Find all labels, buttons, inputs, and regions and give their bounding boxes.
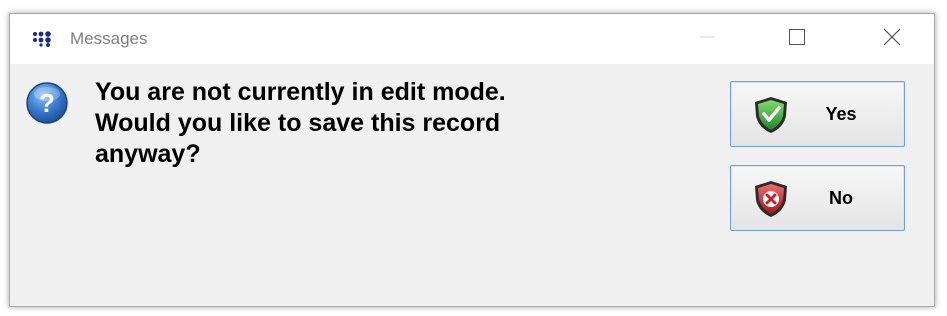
minimize-icon	[699, 29, 715, 50]
no-button[interactable]: No	[730, 165, 905, 231]
window-title: Messages	[70, 29, 148, 48]
svg-text:?: ?	[39, 88, 55, 118]
close-icon	[883, 28, 901, 51]
yes-button-label: Yes	[825, 103, 857, 124]
message-dialog-window: Messages ? You are not currently in edit…	[9, 13, 935, 307]
screen: Messages ? You are not currently in edit…	[0, 0, 947, 316]
close-button[interactable]	[862, 14, 922, 64]
green-shield-check-icon	[753, 96, 789, 134]
app-dots-icon	[32, 31, 54, 47]
red-shield-x-icon	[753, 180, 789, 218]
maximize-icon	[788, 28, 806, 51]
minimize-button[interactable]	[677, 14, 737, 64]
title-bar[interactable]: Messages	[10, 14, 934, 64]
question-icon: ?	[25, 81, 69, 125]
maximize-button[interactable]	[767, 14, 827, 64]
yes-button[interactable]: Yes	[730, 81, 905, 147]
no-button-label: No	[829, 187, 853, 208]
dialog-message: You are not currently in edit mode. Woul…	[95, 78, 506, 168]
